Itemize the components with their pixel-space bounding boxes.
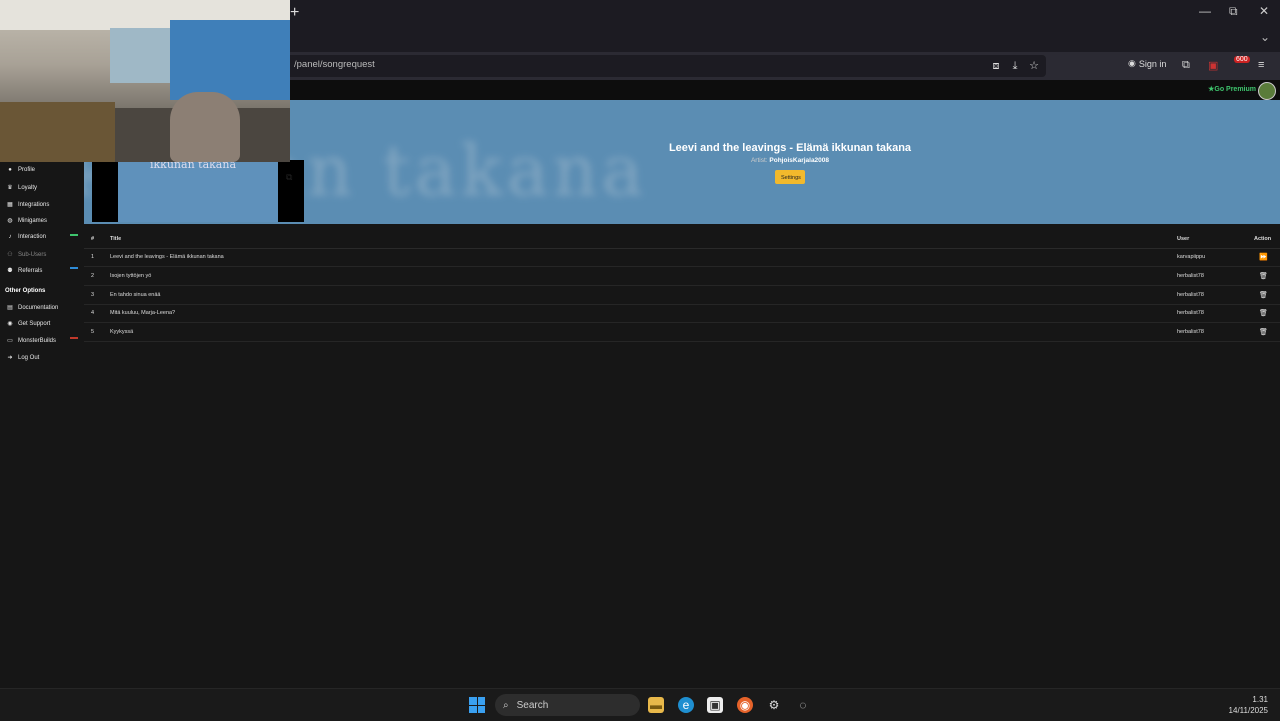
sidebar-item-integrations[interactable]: ▦ Integrations <box>6 201 49 209</box>
search-icon: ⌕ <box>503 699 509 711</box>
artist-label: Artist: <box>750 157 768 164</box>
restore-button[interactable]: ⧉ <box>1229 4 1238 19</box>
clock-time: 1.31 <box>1252 695 1268 704</box>
picture-in-picture-icon[interactable]: ⧉ <box>286 172 292 183</box>
webcam-blanket <box>0 102 115 162</box>
referrals-indicator <box>70 267 78 269</box>
sidebar: ● Profile ♛ Loyalty ▦ Integrations ◍ Minigam… <box>0 162 84 688</box>
header-user: User <box>1177 236 1190 242</box>
music-icon: ♪ <box>8 234 12 240</box>
webcam-towel <box>110 28 170 83</box>
sidebar-item-interaction[interactable]: ♪ Interaction <box>6 234 47 240</box>
store-icon[interactable]: ▣ <box>707 697 723 713</box>
users-icon: ⚇ <box>7 252 13 258</box>
extensions-icon[interactable]: ⧉ <box>1182 59 1190 72</box>
new-tab-button[interactable]: + <box>290 4 299 22</box>
header-number: # <box>91 236 95 242</box>
gamepad-icon: ◍ <box>7 218 13 224</box>
taskbar-search-label: Search <box>516 699 549 711</box>
start-button[interactable] <box>469 697 485 713</box>
bookmark-star-icon[interactable]: ☆ <box>1027 59 1041 73</box>
sign-in-button[interactable]: ◉ Sign in <box>1128 58 1166 69</box>
video-thumbnail-frame: ikkunan takana ⧉ <box>92 158 304 222</box>
grid-icon: ▦ <box>7 202 13 208</box>
support-icon: ◉ <box>7 321 13 327</box>
table-header: # Title User Action <box>84 230 1280 249</box>
minimize-button[interactable]: — <box>1199 4 1211 18</box>
translate-icon[interactable]: ⧈ <box>989 59 1003 73</box>
address-bar[interactable]: /panel/songrequest ⧈ ⤓ ☆ <box>286 55 1046 77</box>
book-icon: ▤ <box>7 305 13 311</box>
clock-date: 14/11/2025 <box>1228 706 1268 715</box>
list-all-tabs-icon[interactable]: ⌄ <box>1260 30 1270 44</box>
trophy-icon: ♛ <box>7 185 13 191</box>
sidebar-item-get-support[interactable]: ◉ Get Support <box>6 320 50 328</box>
install-app-icon[interactable]: ⤓ <box>1008 59 1022 73</box>
delete-icon[interactable]: 🗑 <box>1259 291 1268 299</box>
go-premium-link[interactable]: ★Go Premium <box>1208 85 1256 93</box>
sidebar-item-profile[interactable]: ● Profile <box>6 167 35 173</box>
table-row: 1 Leevi and the leavings - Elämä ikkunan… <box>84 248 1280 267</box>
webcam-tapestry <box>170 20 290 100</box>
monitor-icon: ▭ <box>7 338 13 344</box>
sidebar-item-log-out[interactable]: ➜ Log Out <box>6 354 39 362</box>
webcam-person <box>170 92 240 162</box>
file-explorer-icon[interactable]: ▬ <box>648 697 664 713</box>
edge-browser-icon[interactable]: e <box>678 697 694 713</box>
taskbar-search[interactable]: ⌕ Search <box>495 694 640 716</box>
skip-icon[interactable]: ⏩ <box>1259 253 1268 261</box>
other-options-heading: Other Options <box>5 288 46 294</box>
table-row: 2 Isojen tyttöjen yö herbalist78 🗑 <box>84 267 1280 286</box>
menu-icon[interactable]: ≡ <box>1258 59 1264 71</box>
sidebar-item-monsterbuilds[interactable]: ▭ MonsterBuilds <box>6 337 56 345</box>
taskbar: ⌕ Search ▬ e ▣ ◉ ⚙ ◌ 1.31 14/11/2025 <box>0 688 1280 721</box>
sidebar-item-minigames[interactable]: ◍ Minigames <box>6 217 47 225</box>
sign-in-label: Sign in <box>1138 58 1167 69</box>
monsterbuilds-indicator <box>70 337 78 339</box>
delete-icon[interactable]: 🗑 <box>1259 328 1268 336</box>
artist-name: PohjoisKarjala2008 <box>769 157 830 164</box>
extension-badge: 600 <box>1234 56 1250 63</box>
interaction-indicator <box>70 234 78 236</box>
system-clock[interactable]: 1.31 14/11/2025 <box>1229 694 1268 716</box>
table-row: 5 Kyykyssä herbalist78 🗑 <box>84 323 1280 342</box>
referrals-icon: ⚉ <box>7 268 13 274</box>
video-thumbnail: ikkunan takana ⧉ <box>118 158 292 222</box>
header-action: Action <box>1254 236 1272 242</box>
avatar[interactable] <box>1258 82 1276 100</box>
table-row: 4 Mitä kuuluu, Marja-Leena? herbalist78 … <box>84 304 1280 323</box>
app-icon[interactable]: ◌ <box>795 697 811 713</box>
delete-icon[interactable]: 🗑 <box>1259 272 1268 280</box>
settings-button[interactable]: Settings <box>775 170 805 184</box>
webcam-overlay <box>0 0 290 162</box>
table-row: 3 En tahdo sinua enää herbalist78 🗑 <box>84 286 1280 305</box>
delete-icon[interactable]: 🗑 <box>1259 309 1268 317</box>
sidebar-item-sub-users[interactable]: ⚇ Sub-Users <box>6 251 46 259</box>
url-text: /panel/songrequest <box>294 59 375 70</box>
logout-icon: ➜ <box>7 355 13 361</box>
sidebar-item-documentation[interactable]: ▤ Documentation <box>6 304 58 312</box>
extension-red-icon[interactable]: ▣ <box>1208 59 1218 72</box>
sidebar-item-loyalty[interactable]: ♛ Loyalty <box>6 184 37 192</box>
firefox-icon[interactable]: ◉ <box>737 697 753 713</box>
header-title: Title <box>110 236 122 242</box>
close-window-button[interactable]: ✕ <box>1259 4 1269 18</box>
sidebar-item-referrals[interactable]: ⚉ Referrals <box>6 267 42 275</box>
person-icon: ● <box>8 167 12 173</box>
steam-icon[interactable]: ⚙ <box>766 697 782 713</box>
account-icon: ◉ <box>1128 58 1136 68</box>
